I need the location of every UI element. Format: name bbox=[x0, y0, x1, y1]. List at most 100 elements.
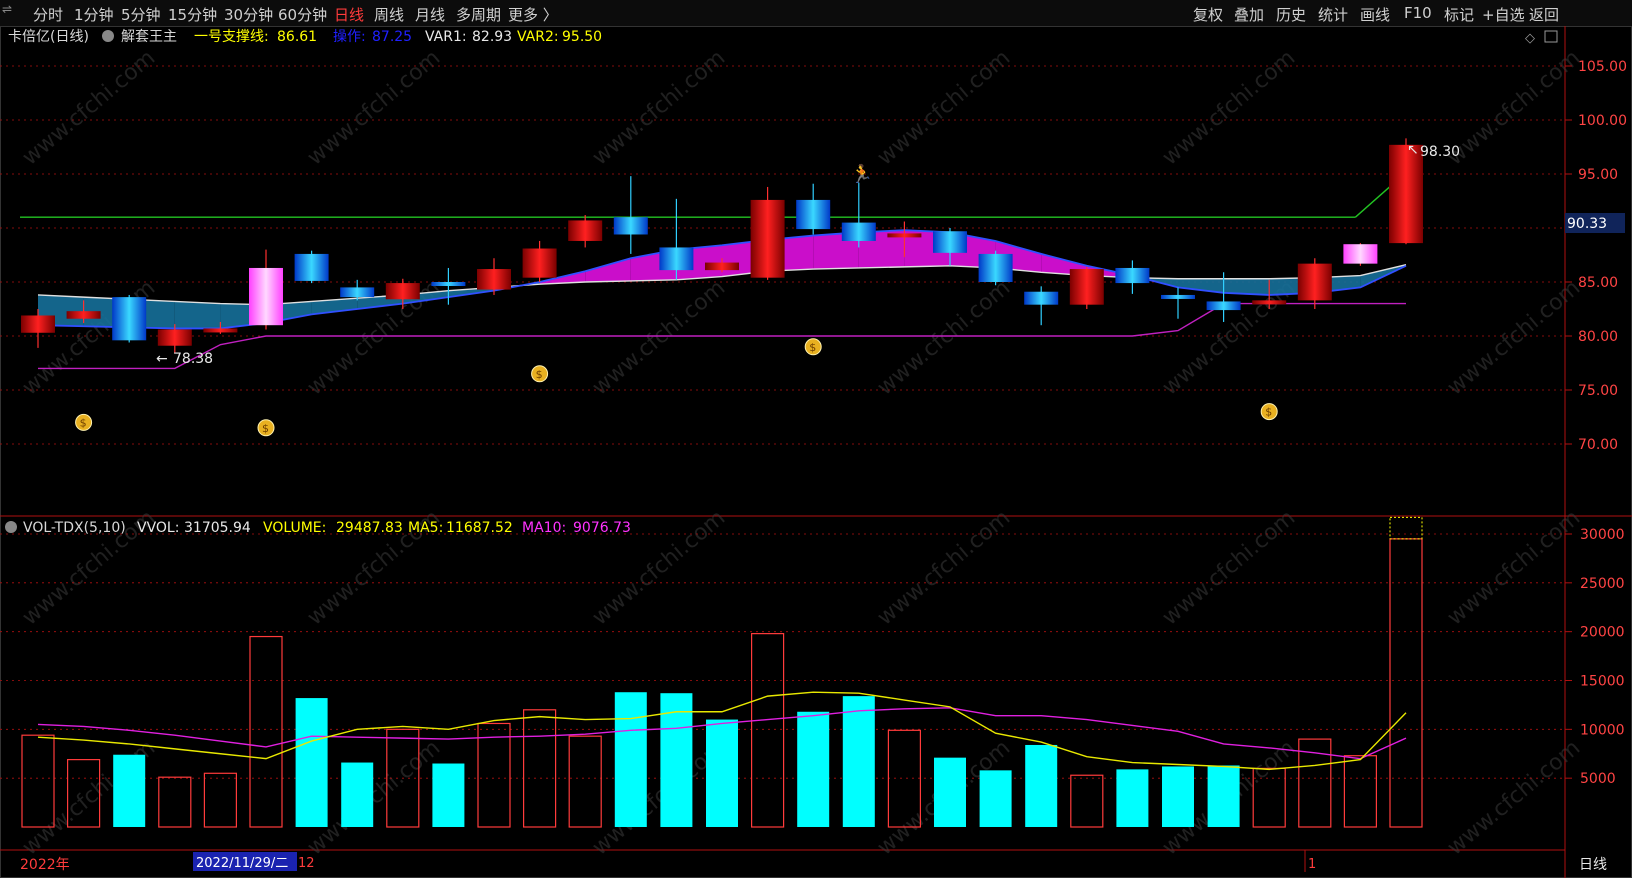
period-daily[interactable]: 日线 bbox=[334, 4, 364, 25]
cursor-date-label: 2022/11/29/二 bbox=[196, 856, 288, 871]
diamond-icon[interactable]: ◇ bbox=[1525, 31, 1535, 46]
candle-body bbox=[1206, 301, 1241, 311]
volume-bar-down bbox=[1162, 766, 1194, 827]
candle-body bbox=[1024, 291, 1059, 305]
indicator-dropdown-icon[interactable] bbox=[102, 30, 114, 42]
candle-body bbox=[659, 247, 694, 271]
period-5min[interactable]: 5分钟 bbox=[121, 4, 161, 25]
candle-body bbox=[1343, 244, 1378, 264]
volume-bar-down bbox=[614, 692, 647, 827]
volume-bar-down bbox=[113, 754, 146, 827]
period-15min[interactable]: 15分钟 bbox=[168, 4, 217, 25]
candle-body bbox=[385, 283, 420, 300]
support-line-tail bbox=[1354, 184, 1393, 218]
candle-body bbox=[978, 253, 1013, 282]
watermark-text: www.cfchi.com bbox=[873, 505, 1015, 630]
panel-toggle-icon[interactable] bbox=[1544, 30, 1558, 43]
btn-f10[interactable]: F10 bbox=[1404, 4, 1432, 22]
btn-tongji[interactable]: 统计 bbox=[1318, 4, 1348, 25]
volume-bar-down bbox=[979, 770, 1012, 827]
ma5-label: MA5: bbox=[408, 520, 443, 536]
month-1-label: 1 bbox=[1308, 857, 1316, 872]
volume-tick-label: 15000 bbox=[1580, 674, 1625, 690]
indicator-name: 解套王主 bbox=[121, 29, 177, 45]
month-12-label: 12 bbox=[298, 856, 315, 871]
price-tick-label: 100.00 bbox=[1578, 113, 1627, 129]
period-60min[interactable]: 60分钟 bbox=[278, 4, 327, 25]
support-label: 一号支撑线: bbox=[194, 29, 269, 45]
watermark-text: www.cfchi.com bbox=[1443, 735, 1585, 860]
vol-dropdown-icon[interactable] bbox=[5, 521, 17, 533]
btn-biaoji[interactable]: 标记 bbox=[1444, 4, 1474, 25]
volume-bar-down bbox=[934, 757, 966, 827]
volume-bar-down bbox=[432, 763, 465, 827]
kline-chart[interactable]: www.cfchi.com www.cfchi.com www.cfchi.com w… bbox=[0, 26, 1632, 878]
high-price-label: 98.30 bbox=[1420, 144, 1460, 160]
period-more[interactable]: 更多 〉 bbox=[508, 4, 558, 25]
period-1min[interactable]: 分时 bbox=[33, 4, 63, 25]
support-value: 86.61 bbox=[277, 29, 317, 45]
money-bag-symbol: $ bbox=[80, 416, 87, 429]
period-30min[interactable]: 30分钟 bbox=[224, 4, 273, 25]
watermark-text: www.cfchi.com bbox=[588, 45, 730, 170]
volume-label: VOLUME: bbox=[263, 520, 326, 536]
var1-label: VAR1: bbox=[425, 29, 467, 45]
btn-fanhui[interactable]: 返回 bbox=[1529, 4, 1559, 25]
vvol-label: VVOL: bbox=[137, 520, 179, 536]
watermark-text: www.cfchi.com bbox=[1443, 505, 1585, 630]
volume-bar-up bbox=[522, 709, 557, 828]
watermark-text: www.cfchi.com bbox=[1443, 45, 1585, 170]
watermark-text: www.cfchi.com bbox=[588, 275, 730, 400]
period-weekly[interactable]: 周线 bbox=[374, 4, 404, 25]
candle-body bbox=[157, 329, 192, 346]
price-tick-label: 70.00 bbox=[1578, 437, 1618, 453]
candle-body bbox=[249, 267, 283, 326]
ma5-value: 11687.52 bbox=[446, 520, 513, 536]
volume-bar-up bbox=[568, 735, 602, 828]
candle-body bbox=[613, 217, 648, 235]
candle-body bbox=[522, 248, 557, 278]
price-tick-label: 95.00 bbox=[1578, 167, 1618, 183]
btn-diejia[interactable]: 叠加 bbox=[1234, 4, 1264, 25]
volume-tick-label: 10000 bbox=[1580, 722, 1625, 738]
candle-body bbox=[112, 297, 147, 341]
candle-body bbox=[1161, 294, 1195, 299]
period-multi[interactable]: 多周期 bbox=[456, 4, 501, 25]
volume-bar-down bbox=[1207, 765, 1240, 827]
period-1min-2[interactable]: 1分钟 bbox=[74, 4, 114, 25]
btn-fuquan[interactable]: 复权 bbox=[1193, 4, 1223, 25]
watermark-text: www.cfchi.com bbox=[303, 45, 445, 170]
volume-bar-up bbox=[750, 633, 785, 828]
volume-bar-up bbox=[249, 635, 283, 828]
volume-bar-down bbox=[341, 762, 374, 827]
btn-lishi[interactable]: 历史 bbox=[1276, 4, 1306, 25]
candle-body bbox=[1389, 144, 1423, 244]
stock-title: 卡倍亿(日线) bbox=[8, 29, 89, 45]
candle-body bbox=[1115, 267, 1150, 284]
volume-bar-up bbox=[477, 722, 511, 828]
price-tick-label: 80.00 bbox=[1578, 329, 1618, 345]
candle-body bbox=[21, 315, 55, 333]
settings-icon[interactable]: ⇌ bbox=[2, 2, 12, 16]
volume-tick-label: 30000 bbox=[1580, 527, 1625, 543]
var2-value: 95.50 bbox=[562, 29, 602, 45]
period-monthly[interactable]: 月线 bbox=[415, 4, 445, 25]
volume-bar-down bbox=[295, 698, 328, 827]
candle-body bbox=[750, 199, 785, 278]
volume-bar-up bbox=[1389, 538, 1423, 828]
watermark-text: www.cfchi.com bbox=[873, 45, 1015, 170]
candle-body bbox=[431, 282, 466, 286]
btn-huaxian[interactable]: 画线 bbox=[1360, 4, 1390, 25]
btn-zixuan[interactable]: +自选 bbox=[1482, 4, 1525, 25]
volume-bar-up bbox=[1070, 774, 1104, 828]
watermark-text: www.cfchi.com bbox=[1158, 505, 1300, 630]
money-bag-symbol: $ bbox=[262, 422, 269, 435]
vvol-value: 31705.94 bbox=[184, 520, 251, 536]
price-tick-label: 75.00 bbox=[1578, 383, 1618, 399]
watermark-text: www.cfchi.com bbox=[873, 275, 1015, 400]
volume-bar-up bbox=[1343, 755, 1378, 828]
current-price-label: 90.33 bbox=[1567, 216, 1607, 232]
price-tick-label: 85.00 bbox=[1578, 275, 1618, 291]
indicator-band-segment bbox=[174, 301, 221, 329]
candle-body bbox=[1252, 300, 1287, 305]
